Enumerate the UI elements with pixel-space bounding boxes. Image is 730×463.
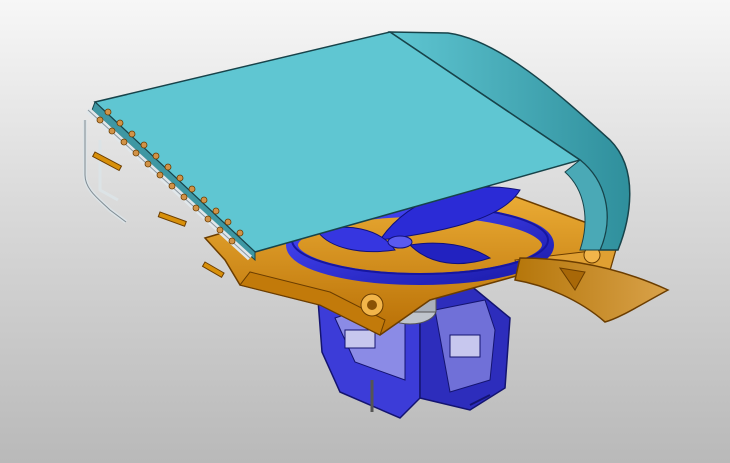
cad-model-render [83, 31, 670, 419]
cad-viewport[interactable] [0, 0, 730, 463]
outlet-flap [514, 257, 670, 323]
